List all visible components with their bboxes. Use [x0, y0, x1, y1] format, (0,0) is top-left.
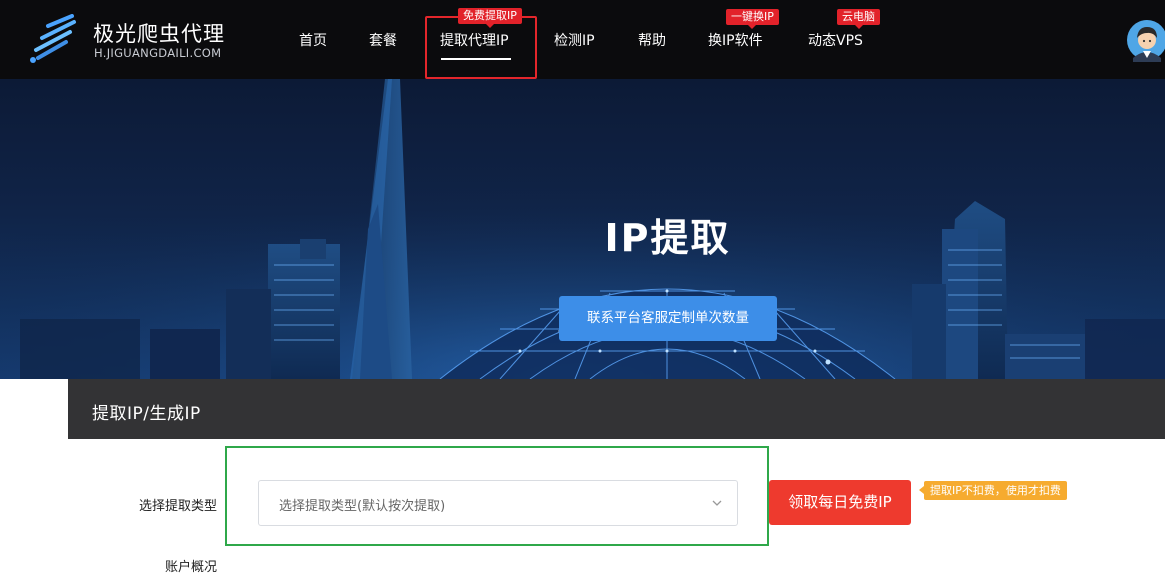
- nav-badge-cloud-pc: 云电脑: [837, 9, 880, 29]
- nav-badge-free-ip: 免费提取IP: [458, 8, 522, 28]
- user-avatar-icon[interactable]: [1127, 18, 1165, 62]
- nav-packages[interactable]: 套餐: [369, 30, 397, 50]
- extract-type-placeholder: 选择提取类型(默认按次提取): [279, 499, 446, 514]
- contact-support-button[interactable]: 联系平台客服定制单次数量: [559, 296, 777, 341]
- extract-type-label: 选择提取类型: [139, 499, 218, 514]
- nav-home[interactable]: 首页: [299, 30, 327, 50]
- logo-icon: [30, 14, 76, 63]
- nav-badge-one-click: 一键换IP: [726, 9, 779, 29]
- section-title: 提取IP/生成IP: [92, 404, 201, 424]
- nav-dynamic-vps[interactable]: 动态VPS: [808, 30, 863, 50]
- nav-check-ip[interactable]: 检测IP: [554, 30, 595, 50]
- nav-help[interactable]: 帮助: [638, 30, 666, 50]
- chevron-down-icon: [712, 500, 722, 506]
- brand-domain: H.JIGUANGDAILI.COM: [94, 46, 222, 60]
- claim-free-ip-button[interactable]: 领取每日免费IP: [769, 480, 911, 525]
- annotation-highlight-box: [425, 16, 537, 79]
- brand-name: 极光爬虫代理: [93, 22, 225, 46]
- hero-banner: IP提取 联系平台客服定制单次数量: [0, 79, 1165, 379]
- top-navbar: 极光爬虫代理 H.JIGUANGDAILI.COM 首页 套餐 提取代理IP 检…: [0, 0, 1165, 79]
- hero-title: IP提取: [604, 216, 731, 260]
- account-overview-label: 账户概况: [165, 560, 218, 575]
- billing-tip-badge: 提取IP不扣费，使用才扣费: [919, 481, 1067, 500]
- nav-switch-ip-software[interactable]: 换IP软件: [708, 30, 763, 50]
- section-header: 提取IP/生成IP: [68, 379, 1165, 439]
- extract-type-select[interactable]: 选择提取类型(默认按次提取): [258, 480, 738, 526]
